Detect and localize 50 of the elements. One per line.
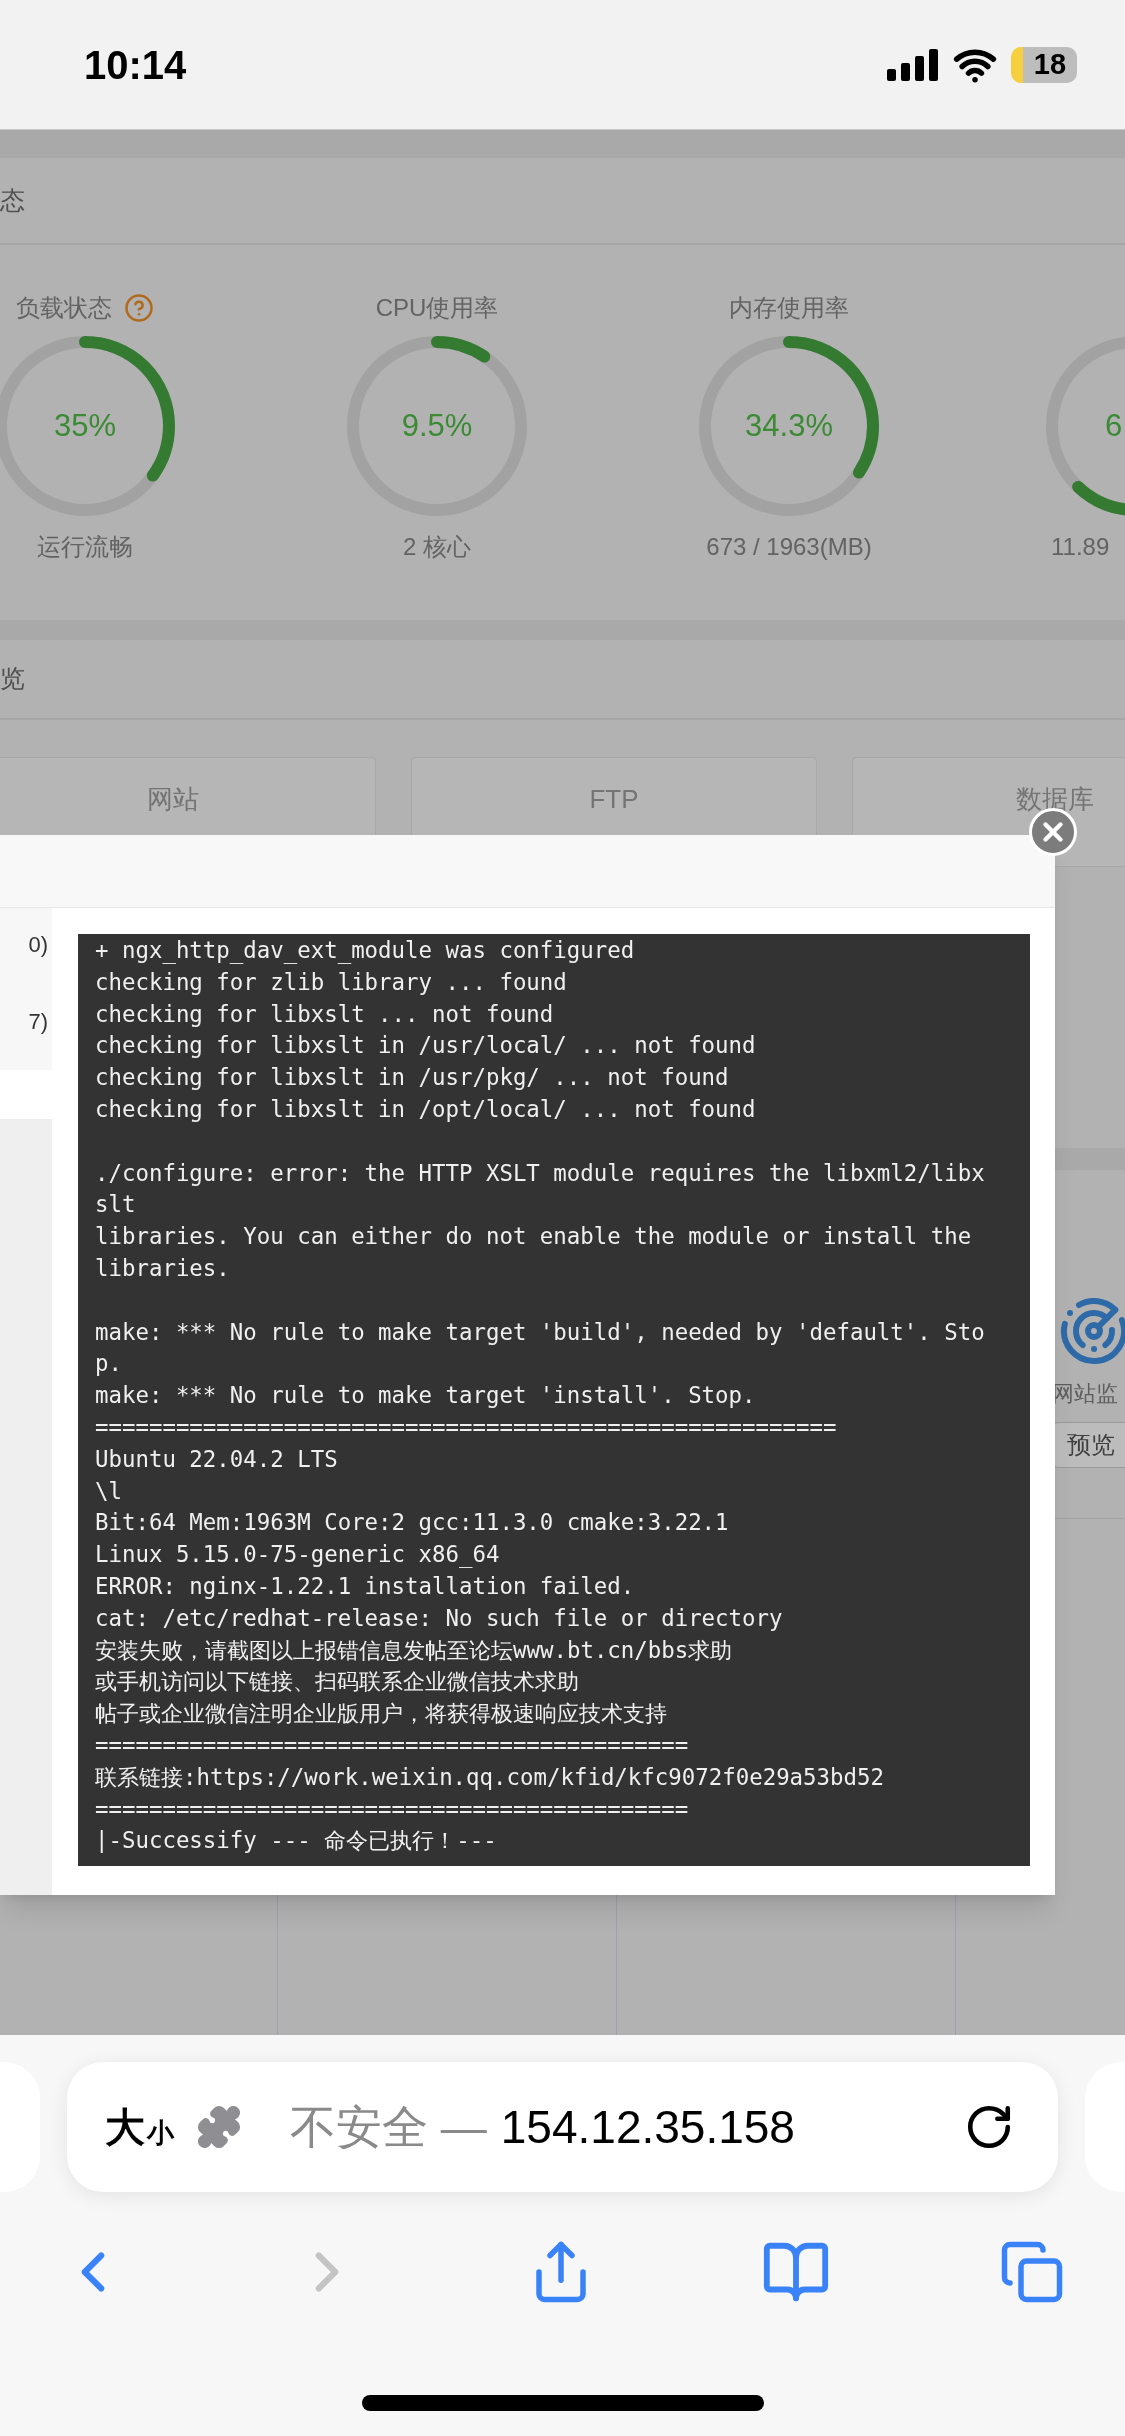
gauge-value: 9.5%	[401, 406, 473, 445]
terminal-line: ============================================	[95, 1730, 690, 1760]
terminal-line: checking for libxslt in /usr/pkg/ ... not found	[95, 1063, 730, 1093]
address-text: 154.12.35.158	[500, 2099, 795, 2155]
gauge-title: 负载状态	[16, 293, 112, 323]
signal-icon	[887, 48, 939, 81]
terminal-line: make: *** No rule to make target 'install'. Stop.	[95, 1381, 757, 1411]
gauge-value: 34.3%	[745, 406, 833, 445]
terminal-line: ============================================	[95, 1794, 690, 1824]
terminal-line: ERROR: nginx-1.22.1 installation failed.	[95, 1571, 636, 1601]
terminal-line: 安装失败，请截图以上报错信息发帖至论坛www.bt.cn/bbs求助	[95, 1635, 734, 1665]
terminal-line: libraries. You can either do not enable the module or install the libraries.	[95, 1222, 973, 1283]
terminal-line: 或手机访问以下链接、扫码联系企业微信技术求助	[95, 1667, 580, 1697]
sidebar-item[interactable]: 0)	[28, 928, 48, 961]
gauge-caption: 运行流畅	[37, 532, 133, 562]
address-bar[interactable]: 大小 不安全 — 154.12.35.158	[67, 2062, 1058, 2192]
gauge-title: 内存使用率	[729, 293, 849, 323]
section-title: 态	[0, 184, 25, 216]
radar-icon[interactable]	[1058, 1295, 1125, 1367]
terminal-line: Bit:64 Mem:1963M Core:2 gcc:11.3.0 cmake:3.22.1	[95, 1508, 730, 1538]
status-time: 10:14	[84, 41, 187, 89]
terminal-line: Ubuntu 22.04.2 LTS	[95, 1444, 339, 1474]
terminal-line: 联系链接:https://work.weixin.qq.com/kfid/kfc9072f0e29a53bd52	[95, 1762, 885, 1792]
help-icon[interactable]	[124, 293, 154, 323]
text-size-button[interactable]: 大小	[105, 2107, 174, 2147]
terminal-line: |-Successify --- 命令已执行！---	[95, 1826, 498, 1856]
section-title: 览	[0, 663, 25, 695]
terminal-line: =======================================================	[95, 1412, 838, 1442]
sidebar-item[interactable]: 7)	[28, 1005, 48, 1038]
puzzle-icon[interactable]	[196, 2104, 242, 2150]
terminal-line: checking for zlib library ... found	[95, 967, 568, 997]
terminal-line: 帖子或企业微信注明企业版用户，将获得极速响应技术支持	[95, 1699, 668, 1729]
preview-button[interactable]: 预览	[1052, 1422, 1125, 1468]
gauge-caption: 2 核心	[403, 532, 471, 562]
terminal-line: make: *** No rule to make target 'build', needed by 'default'. Stop.	[95, 1317, 985, 1379]
terminal-line: checking for libxslt in /opt/local/ ... not found	[95, 1095, 757, 1124]
terminal-line: checking for libxslt ... not found	[95, 999, 555, 1029]
terminal-line: Linux 5.15.0-75-generic x86_64	[95, 1540, 501, 1570]
gauge-caption: 673 / 1963(MB)	[706, 532, 872, 562]
gauge-title: CPU使用率	[375, 293, 499, 323]
terminal-line: \l	[95, 1476, 123, 1506]
terminal-line: cat: /etc/redhat-release: No such file or directory	[95, 1603, 784, 1633]
terminal-line: checking for libxslt in /usr/local/ ... not found	[95, 1031, 757, 1061]
battery-indicator: 18	[1011, 46, 1077, 83]
gauge-value: 6	[1105, 406, 1123, 445]
gauge-caption: 11.89	[1051, 532, 1110, 562]
terminal-line: + ngx_http_dav_ext_module was configured	[95, 936, 636, 966]
tabs-icon[interactable]	[999, 2239, 1065, 2305]
gauge-value: 35%	[53, 406, 116, 445]
security-label: 不安全 —	[290, 2099, 487, 2155]
